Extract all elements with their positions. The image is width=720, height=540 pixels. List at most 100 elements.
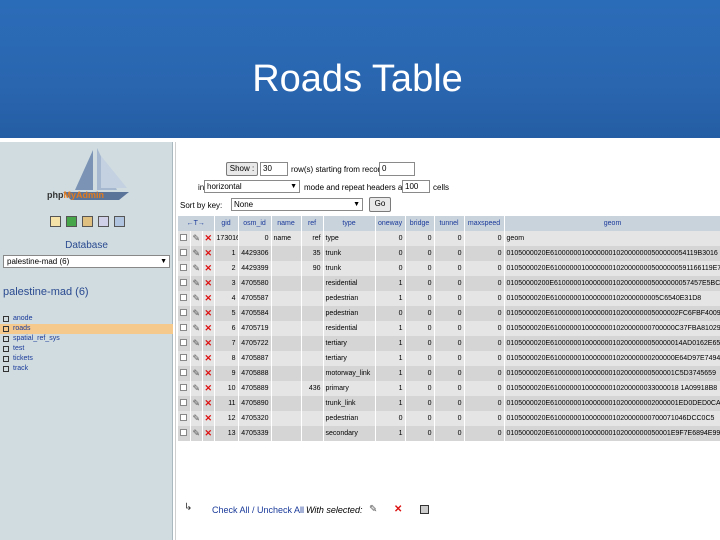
row-edit[interactable]: ✎: [190, 336, 203, 351]
delete-x-icon[interactable]: ✕: [205, 263, 213, 273]
row-checkbox[interactable]: [178, 336, 191, 351]
row-delete[interactable]: ✕: [202, 426, 215, 441]
row-delete[interactable]: ✕: [202, 291, 215, 306]
edit-pencil-icon[interactable]: ✎: [193, 413, 201, 423]
edit-pencil-icon[interactable]: ✎: [193, 383, 201, 393]
row-delete[interactable]: ✕: [202, 366, 215, 381]
table-item-test[interactable]: test: [0, 344, 173, 354]
checkbox-icon[interactable]: [180, 324, 188, 331]
edit-pencil-icon[interactable]: ✎: [193, 338, 201, 348]
row-edit[interactable]: ✎: [190, 426, 203, 441]
delete-x-icon[interactable]: ✕: [205, 428, 213, 438]
row-edit[interactable]: ✎: [190, 246, 203, 261]
delete-x-icon[interactable]: ✕: [205, 278, 213, 288]
edit-pencil-icon[interactable]: ✎: [193, 398, 201, 408]
edit-pencil-icon[interactable]: ✎: [193, 263, 201, 273]
row-edit[interactable]: ✎: [190, 306, 203, 321]
column-header-name[interactable]: name: [271, 216, 302, 231]
phpmyadmin-logo-text[interactable]: phpMyAdmin: [47, 190, 104, 200]
database-select[interactable]: palestine-mad (6) ▼: [3, 255, 170, 268]
checkbox-icon[interactable]: [180, 399, 188, 406]
checkbox-icon[interactable]: [180, 309, 188, 316]
checkbox-icon[interactable]: [180, 294, 188, 301]
delete-x-icon[interactable]: ✕: [205, 233, 213, 243]
row-checkbox[interactable]: [178, 306, 191, 321]
row-delete[interactable]: ✕: [202, 396, 215, 411]
row-edit[interactable]: ✎: [190, 411, 203, 426]
delete-x-icon[interactable]: ✕: [205, 323, 213, 333]
table-item-track[interactable]: track: [0, 364, 173, 374]
repeat-headers-input[interactable]: 100: [402, 180, 430, 193]
row-checkbox[interactable]: [178, 351, 191, 366]
table-item-roads[interactable]: roads: [0, 324, 173, 334]
row-checkbox[interactable]: [178, 381, 191, 396]
delete-x-icon[interactable]: ✕: [205, 293, 213, 303]
checkbox-icon[interactable]: [180, 234, 188, 241]
delete-x-icon[interactable]: ✕: [205, 308, 213, 318]
row-edit[interactable]: ✎: [190, 276, 203, 291]
go-button[interactable]: Go: [369, 197, 391, 212]
delete-x-icon[interactable]: ✕: [205, 338, 213, 348]
sort-by-key-select[interactable]: None ▼: [231, 198, 363, 211]
edit-pencil-icon[interactable]: ✎: [193, 353, 201, 363]
row-edit[interactable]: ✎: [190, 351, 203, 366]
checkbox-icon[interactable]: [180, 429, 188, 436]
column-header-gid[interactable]: gid: [214, 216, 239, 231]
checkbox-icon[interactable]: [180, 369, 188, 376]
row-checkbox[interactable]: [178, 276, 191, 291]
row-delete[interactable]: ✕: [202, 336, 215, 351]
row-checkbox[interactable]: [178, 321, 191, 336]
row-checkbox[interactable]: [178, 291, 191, 306]
start-record-input[interactable]: 0: [379, 162, 415, 176]
checkbox-icon[interactable]: [180, 249, 188, 256]
row-checkbox[interactable]: [178, 261, 191, 276]
row-delete[interactable]: ✕: [202, 261, 215, 276]
query-window-icon[interactable]: [66, 216, 77, 227]
delete-x-icon[interactable]: ✕: [205, 383, 213, 393]
row-edit[interactable]: ✎: [190, 396, 203, 411]
edit-pencil-icon[interactable]: ✎: [193, 248, 201, 258]
delete-selected-icon[interactable]: ✕: [394, 504, 402, 515]
row-delete[interactable]: ✕: [202, 231, 215, 246]
row-edit[interactable]: ✎: [190, 321, 203, 336]
checkbox-icon[interactable]: [180, 354, 188, 361]
row-checkbox[interactable]: [178, 246, 191, 261]
row-checkbox[interactable]: [178, 411, 191, 426]
table-item-tickets[interactable]: tickets: [0, 354, 173, 364]
row-edit[interactable]: ✎: [190, 366, 203, 381]
delete-x-icon[interactable]: ✕: [205, 398, 213, 408]
edit-pencil-icon[interactable]: ✎: [193, 323, 201, 333]
show-button[interactable]: Show :: [226, 162, 258, 176]
row-delete[interactable]: ✕: [202, 411, 215, 426]
delete-x-icon[interactable]: ✕: [205, 248, 213, 258]
row-edit[interactable]: ✎: [190, 261, 203, 276]
delete-x-icon[interactable]: ✕: [205, 413, 213, 423]
checkbox-icon[interactable]: [180, 384, 188, 391]
column-header-bridge[interactable]: bridge: [405, 216, 435, 231]
column-header-tunnel[interactable]: tunnel: [434, 216, 465, 231]
documentation-icon[interactable]: [98, 216, 109, 227]
row-checkbox[interactable]: [178, 231, 191, 246]
row-edit[interactable]: ✎: [190, 291, 203, 306]
column-header-maxspeed[interactable]: maxspeed: [464, 216, 505, 231]
column-header-osm-id[interactable]: osm_id: [238, 216, 272, 231]
edit-pencil-icon[interactable]: ✎: [193, 308, 201, 318]
check-all-link[interactable]: Check All / Uncheck All: [212, 505, 304, 515]
row-delete[interactable]: ✕: [202, 306, 215, 321]
edit-pencil-icon[interactable]: ✎: [193, 293, 201, 303]
row-checkbox[interactable]: [178, 366, 191, 381]
row-delete[interactable]: ✕: [202, 381, 215, 396]
home-icon[interactable]: [50, 216, 61, 227]
checkbox-icon[interactable]: [180, 339, 188, 346]
mode-select[interactable]: horizontal ▼: [204, 180, 300, 193]
checkbox-icon[interactable]: [180, 279, 188, 286]
row-checkbox[interactable]: [178, 426, 191, 441]
table-item-anode[interactable]: anode: [0, 314, 173, 324]
column-toggle-arrows[interactable]: ←T→: [178, 216, 215, 231]
row-edit[interactable]: ✎: [190, 381, 203, 396]
export-selected-icon[interactable]: [420, 505, 429, 514]
edit-pencil-icon[interactable]: ✎: [193, 428, 201, 438]
checkbox-icon[interactable]: [180, 264, 188, 271]
table-item-spatial-ref-sys[interactable]: spatial_ref_sys: [0, 334, 173, 344]
row-delete[interactable]: ✕: [202, 321, 215, 336]
